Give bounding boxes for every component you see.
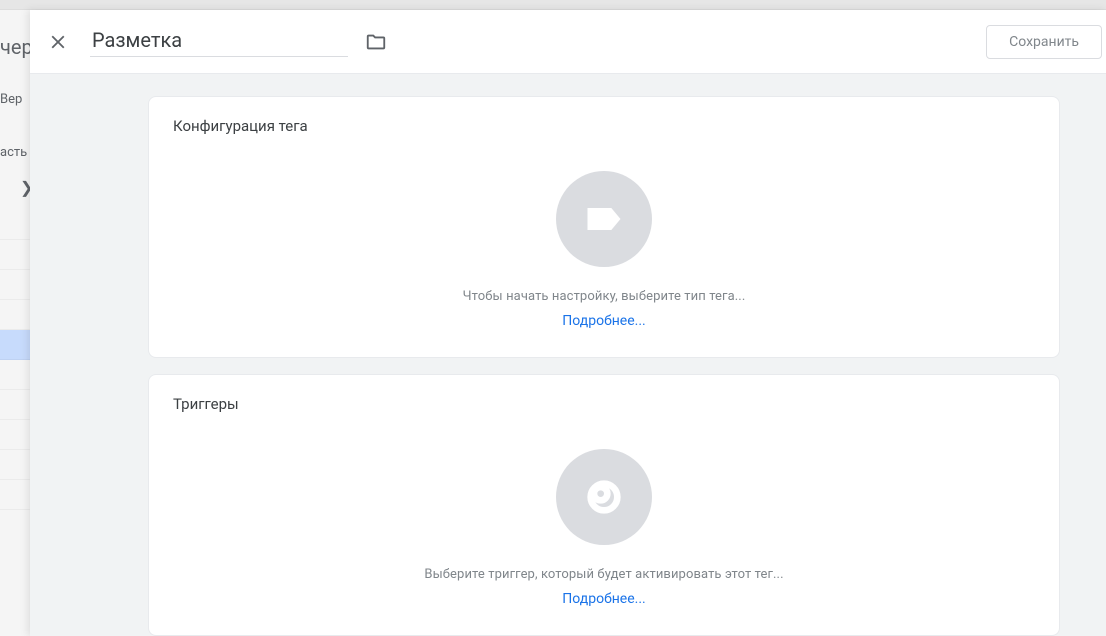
tag-config-card[interactable]: Конфигурация тега Чтобы начать настройку… — [148, 96, 1060, 358]
trigger-icon — [584, 477, 624, 517]
folder-icon — [365, 31, 387, 53]
close-button[interactable] — [46, 30, 70, 54]
tag-placeholder-icon — [556, 171, 652, 267]
panel-body: Конфигурация тега Чтобы начать настройку… — [30, 74, 1106, 636]
bg-tab-strip — [0, 0, 1106, 10]
save-button[interactable]: Сохранить — [986, 25, 1102, 59]
card-title: Конфигурация тега — [173, 117, 1035, 135]
trigger-learn-more-link[interactable]: Подробнее... — [562, 591, 645, 607]
tag-config-hint: Чтобы начать настройку, выберите тип тег… — [173, 289, 1035, 304]
bg-text: Вер — [0, 92, 22, 107]
close-icon — [47, 31, 69, 53]
tag-config-learn-more-link[interactable]: Подробнее... — [562, 313, 645, 329]
bg-text: асть — [0, 145, 27, 160]
card-title: Триггеры — [173, 395, 1035, 413]
bg-rows — [0, 210, 30, 510]
trigger-hint: Выберите триггер, который будет активиро… — [173, 567, 1035, 582]
triggers-card[interactable]: Триггеры Выберите триггер, который будет… — [148, 374, 1060, 636]
panel-header: Сохранить — [30, 10, 1106, 74]
tag-icon — [582, 197, 626, 241]
bg-text: чер — [0, 35, 33, 59]
tag-edit-panel: Сохранить Конфигурация тега Чтобы начать… — [30, 10, 1106, 636]
trigger-placeholder-icon — [556, 449, 652, 545]
tag-name-input[interactable] — [90, 26, 348, 57]
folder-button[interactable] — [364, 30, 388, 54]
